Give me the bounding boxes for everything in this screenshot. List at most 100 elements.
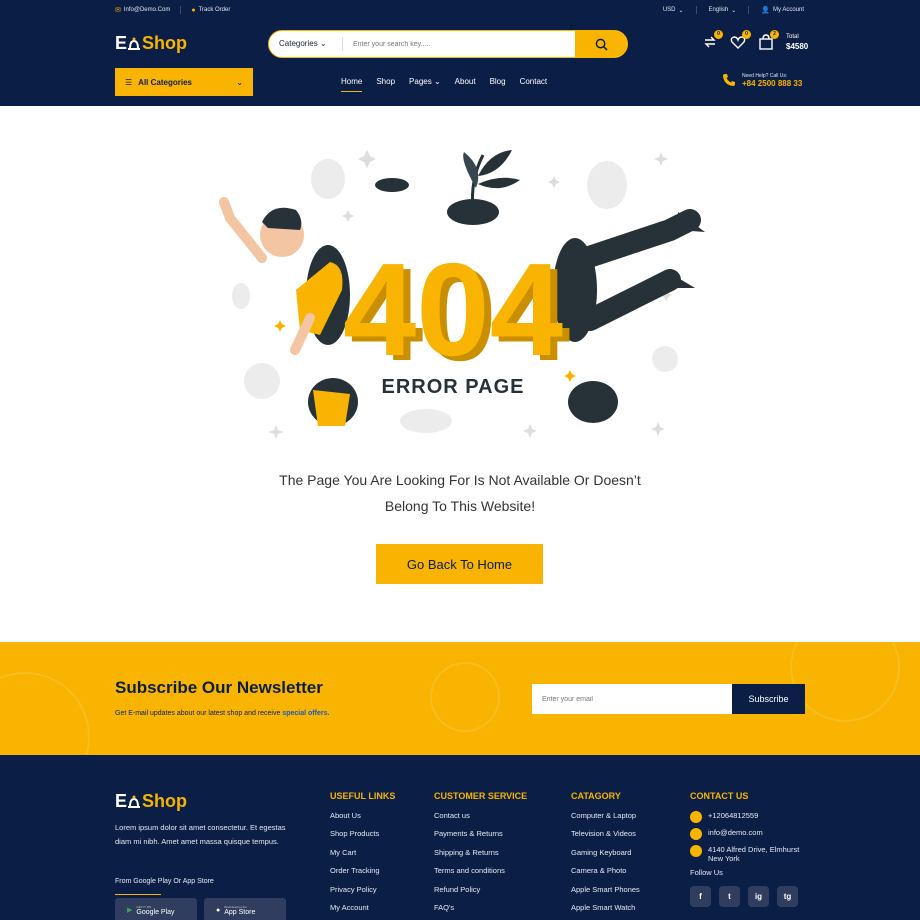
nav-blog[interactable]: Blog — [490, 77, 506, 92]
main-nav: Home Shop Pages ⌄ About Blog Contact — [341, 77, 547, 92]
footer-link[interactable]: About Us — [330, 811, 395, 829]
contact-address: 4140 Alfred Drive, Elmhurst New York — [690, 845, 799, 863]
footer-link[interactable]: Apple Smart Phones — [571, 885, 640, 903]
logo-bag-icon — [128, 37, 141, 50]
chevron-down-icon: ⌄ — [731, 7, 737, 14]
contact-phone[interactable]: +12064812559 — [690, 811, 799, 823]
cart-button[interactable]: 2 — [758, 30, 779, 50]
location-pin-icon — [690, 845, 702, 857]
my-account-link[interactable]: 👤 My Account — [761, 6, 804, 14]
all-categories-button[interactable]: ☰ All Categories ⌄ — [115, 68, 253, 96]
nav-home[interactable]: Home — [341, 77, 363, 92]
telegram-icon[interactable]: tg — [777, 886, 798, 907]
divider — [748, 6, 750, 14]
footer-link[interactable]: FAQ's — [434, 903, 527, 920]
mail-icon: ✉ — [115, 7, 121, 14]
footer-description: Lorem ipsum dolor sit amet consectetur. … — [115, 823, 286, 846]
error-code: 404 — [343, 236, 563, 383]
footer-link[interactable]: Contact us — [434, 811, 527, 829]
footer-link[interactable]: Terms and conditions — [434, 866, 527, 884]
app-label: From Google Play Or App Store — [115, 878, 214, 885]
phone-icon — [723, 74, 735, 86]
divider — [695, 6, 697, 14]
decorative-headphones — [430, 662, 500, 732]
newsletter-text: Get E-mail updates about our latest shop… — [115, 710, 330, 717]
footer-link[interactable]: Gaming Keyboard — [571, 848, 640, 866]
currency-select[interactable]: USD ⌄ — [663, 7, 684, 14]
newsletter-email-input[interactable] — [532, 684, 732, 714]
footer-link[interactable]: My Account — [330, 903, 395, 920]
subscribe-button[interactable]: Subscribe — [732, 684, 805, 714]
footer-link[interactable]: Television & Videos — [571, 829, 640, 847]
instagram-icon[interactable]: ig — [748, 886, 769, 907]
user-icon: 👤 — [761, 7, 770, 14]
decorative-circle — [790, 642, 900, 722]
search-bar: Categories ⌄ — [268, 30, 628, 58]
search-button[interactable] — [575, 31, 627, 57]
follow-us-label: Follow Us — [690, 868, 723, 877]
app-store-button[interactable]: ● Download on the App Store — [204, 898, 286, 920]
wishlist-count-badge: 0 — [742, 30, 751, 39]
error-message: The Page You Are Looking For Is Not Avai… — [279, 472, 641, 514]
footer-link[interactable]: Shipping & Returns — [434, 848, 527, 866]
phone-icon — [690, 811, 702, 823]
error-title: ERROR PAGE — [382, 376, 525, 398]
footer-link[interactable]: Refund Policy — [434, 885, 527, 903]
footer-logo[interactable]: E Shop — [115, 791, 187, 812]
site-footer: E Shop Lorem ipsum dolor sit amet consec… — [0, 755, 920, 920]
nav-pages[interactable]: Pages ⌄ — [409, 77, 441, 92]
footer-link[interactable]: Camera & Photo — [571, 866, 640, 884]
menu-icon: ☰ — [125, 77, 133, 87]
search-input[interactable] — [343, 31, 575, 57]
cart-total[interactable]: Total $4580 — [786, 33, 808, 51]
search-category-select[interactable]: Categories ⌄ — [269, 37, 343, 51]
wishlist-button[interactable]: 0 — [730, 30, 751, 50]
contact-column: CONTACT US +12064812559 info@demo.com 41… — [690, 791, 799, 907]
track-order-link[interactable]: ● Track Order — [191, 7, 230, 14]
chevron-down-icon: ⌄ — [678, 7, 684, 14]
decorative-circle — [0, 672, 90, 755]
twitter-icon[interactable]: t — [719, 886, 740, 907]
google-play-button[interactable]: ▶ GET IT ON Google Play — [115, 898, 197, 920]
google-play-icon: ▶ — [127, 907, 133, 914]
footer-link[interactable]: Payments & Returns — [434, 829, 527, 847]
nav-contact[interactable]: Contact — [520, 77, 548, 92]
help-phone[interactable]: Need Help? Call Us: +84 2500 888 33 — [722, 72, 802, 88]
facebook-icon[interactable]: f — [690, 886, 711, 907]
header-actions: 0 0 2 Total $4580 — [702, 30, 808, 51]
cart-count-badge: 2 — [770, 30, 779, 39]
apple-icon: ● — [216, 906, 221, 914]
newsletter-title: Subscribe Our Newsletter — [115, 678, 323, 697]
divider — [115, 894, 161, 895]
social-links: f t ig tg — [690, 886, 799, 907]
mail-icon — [690, 828, 702, 840]
footer-link[interactable]: Apple Smart Watch — [571, 903, 640, 920]
newsletter-section: Subscribe Our Newsletter Get E-mail upda… — [0, 642, 920, 755]
useful-links-column: USEFUL LINKS About Us Shop Products My C… — [330, 791, 395, 920]
footer-link[interactable]: My Cart — [330, 848, 395, 866]
chevron-down-icon: ⌄ — [433, 77, 441, 86]
go-back-home-button[interactable]: Go Back To Home — [376, 544, 543, 584]
error-404-illustration: 404 404 ERROR PAGE — [219, 150, 705, 439]
footer-link[interactable]: Computer & Laptop — [571, 811, 640, 829]
topbar-email[interactable]: ✉ Info@Demo.Com — [115, 6, 170, 14]
top-bar: ✉ Info@Demo.Com ● Track Order USD ⌄ English… — [0, 0, 920, 20]
location-pin-icon: ● — [191, 6, 196, 14]
divider — [180, 6, 182, 14]
footer-link[interactable]: Order Tracking — [330, 866, 395, 884]
logo-bag-icon — [128, 795, 141, 808]
site-header: ✉ Info@Demo.Com ● Track Order USD ⌄ English… — [0, 0, 920, 106]
site-logo[interactable]: E Shop — [115, 33, 187, 54]
chevron-down-icon: ⌄ — [236, 77, 243, 87]
nav-about[interactable]: About — [455, 77, 476, 92]
customer-service-column: CUSTOMER SERVICE Contact us Payments & R… — [434, 791, 527, 920]
compare-button[interactable]: 0 — [702, 30, 723, 50]
category-column: CATAGORY Computer & Laptop Television & … — [571, 791, 640, 920]
footer-link[interactable]: Shop Products — [330, 829, 395, 847]
contact-email[interactable]: info@demo.com — [690, 828, 799, 840]
search-icon — [595, 38, 608, 51]
footer-link[interactable]: Privacy Policy — [330, 885, 395, 903]
language-select[interactable]: English ⌄ — [709, 7, 737, 14]
nav-shop[interactable]: Shop — [376, 77, 395, 92]
compare-count-badge: 0 — [714, 30, 723, 39]
